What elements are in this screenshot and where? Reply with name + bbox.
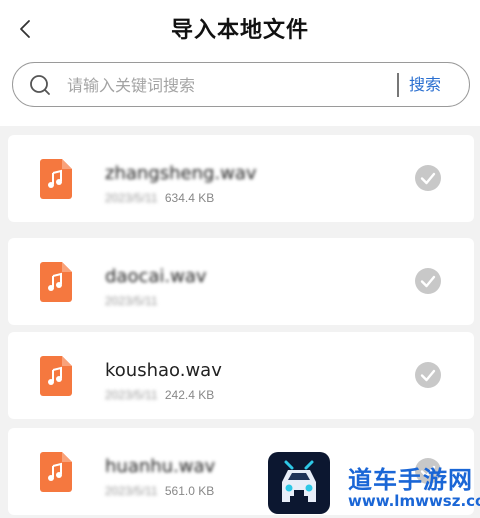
file-item[interactable]: zhangsheng.wav 2023/5/11 634.4 KB <box>8 135 474 222</box>
search-button[interactable]: 搜索 <box>409 73 441 97</box>
select-check-icon[interactable] <box>414 164 442 192</box>
file-size: 242.4 KB <box>164 388 215 402</box>
car-logo-icon <box>282 460 316 502</box>
watermark-url: www.lmwwsz.com <box>348 492 480 510</box>
select-check-icon[interactable] <box>414 361 442 389</box>
file-date: 2023/5/11 <box>105 191 158 205</box>
audio-file-icon <box>40 452 72 492</box>
watermark-logo <box>268 452 330 514</box>
site-watermark: 道车手游网 www.lmwwsz.com <box>268 450 480 518</box>
file-date: 2023/5/11 <box>105 294 158 308</box>
select-check-icon[interactable] <box>414 267 442 295</box>
file-meta: 2023/5/11 634.4 KB <box>105 191 214 205</box>
file-item[interactable]: daocai.wav 2023/5/11 <box>8 238 474 325</box>
search-icon[interactable] <box>29 74 51 96</box>
watermark-title: 道车手游网 <box>348 466 473 494</box>
file-name: daocai.wav <box>105 266 207 287</box>
search-input[interactable] <box>67 73 387 97</box>
file-meta: 2023/5/11 242.4 KB <box>105 388 214 402</box>
file-name: koushao.wav <box>105 360 222 381</box>
file-meta: 2023/5/11 561.0 KB <box>105 484 214 498</box>
page-title: 导入本地文件 <box>170 18 309 43</box>
file-date: 2023/5/11 <box>105 484 158 498</box>
file-item[interactable]: koushao.wav 2023/5/11 242.4 KB <box>8 332 474 419</box>
file-date: 2023/5/11 <box>105 388 158 402</box>
app-header: 导入本地文件 搜索 <box>0 0 480 126</box>
search-bar: 搜索 <box>12 62 470 107</box>
file-name: huanhu.wav <box>105 456 216 477</box>
file-meta: 2023/5/11 <box>105 294 162 308</box>
file-size: 561.0 KB <box>164 484 215 498</box>
file-size: 634.4 KB <box>164 191 215 205</box>
audio-file-icon <box>40 356 72 396</box>
audio-file-icon <box>40 262 72 302</box>
audio-file-icon <box>40 159 72 199</box>
file-name: zhangsheng.wav <box>105 163 257 184</box>
search-divider <box>397 73 399 97</box>
